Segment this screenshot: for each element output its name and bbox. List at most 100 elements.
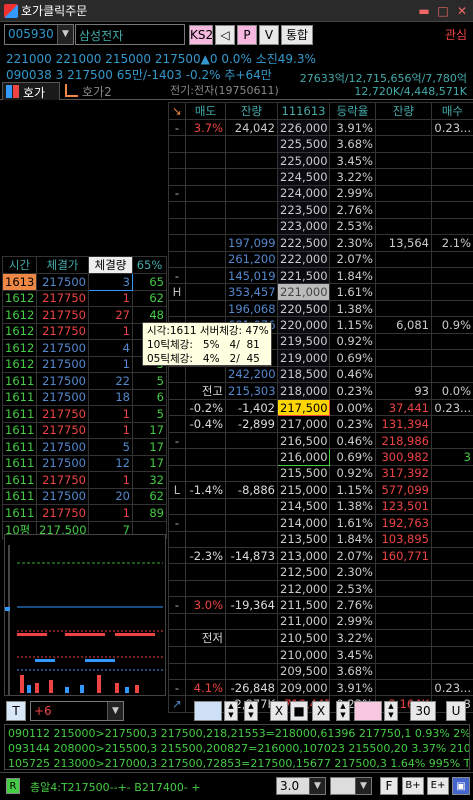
book-row[interactable]: - 214,000 1.61% 192,763	[168, 514, 473, 532]
book-price[interactable]: 226,000	[277, 118, 330, 137]
book-row[interactable]: 225,000 3.45%	[168, 151, 473, 170]
ks2-button[interactable]: KS2	[189, 25, 213, 45]
book-row[interactable]: - 216,500 0.46% 218,986	[168, 431, 473, 450]
book-price[interactable]: 218,500	[277, 365, 330, 384]
buy-price-input[interactable]	[354, 701, 382, 721]
book-row[interactable]: -0.4% -2,899 217,000 0.23% 131,394	[168, 415, 473, 433]
book-row[interactable]: -3.0% -19,364 211,500 2.76%	[168, 596, 473, 614]
book-row[interactable]: 197,099 222,500 2.30% 13,564 2.1%	[168, 234, 473, 252]
book-price[interactable]: 225,500	[277, 135, 330, 153]
book-price[interactable]: 223,500	[277, 201, 330, 219]
book-row[interactable]: -4.1% -26,848 209,000 3.91% 0.23...	[168, 678, 473, 697]
book-price[interactable]: 224,500	[277, 168, 330, 186]
book-price[interactable]: 213,500	[277, 530, 330, 548]
book-price[interactable]: 210,000	[277, 646, 330, 664]
bplus-button[interactable]: B+	[402, 777, 424, 795]
p-button[interactable]: P	[237, 25, 257, 45]
t-button[interactable]: T	[6, 701, 26, 721]
r-button[interactable]: R	[6, 778, 20, 794]
book-price[interactable]: 216,000	[277, 448, 330, 466]
book-row[interactable]: 223,500 2.76%	[168, 201, 473, 219]
book-row[interactable]: 242,200 218,500 0.46%	[168, 365, 473, 384]
book-price[interactable]: 219,500	[277, 332, 330, 351]
book-price[interactable]: 210,500	[277, 629, 330, 648]
book-row[interactable]: -2.3% -14,873 213,000 2.07% 160,771	[168, 546, 473, 565]
watch-label[interactable]: 관심	[445, 26, 467, 43]
book-row[interactable]: 261,200 222,000 2.07%	[168, 250, 473, 268]
qty-spinner[interactable]: ▲ ▼	[336, 701, 350, 721]
book-price[interactable]: 214,000	[277, 514, 330, 532]
book-price[interactable]: 223,000	[277, 217, 330, 236]
v-button[interactable]: V	[259, 25, 279, 45]
minimize-button[interactable]: ▬	[416, 3, 432, 19]
book-row[interactable]: 224,500 3.22%	[168, 168, 473, 186]
chevron-down-icon[interactable]: ▼	[355, 778, 371, 794]
chevron-down-icon[interactable]: ▼	[309, 778, 325, 794]
price-spinner-2[interactable]: ▲ ▼	[244, 701, 258, 721]
save-icon[interactable]: ▣	[452, 777, 470, 795]
book-row[interactable]: 225,500 3.68%	[168, 135, 473, 153]
stock-code-combo[interactable]: 005930 ▼	[4, 24, 74, 45]
book-price[interactable]: 221,500	[277, 266, 330, 285]
close-button[interactable]: ✕	[454, 3, 470, 19]
book-price[interactable]: 217,000	[277, 415, 330, 433]
f-button[interactable]: F	[380, 777, 398, 795]
book-price[interactable]: 215,000	[277, 481, 330, 499]
price-spinner[interactable]: ▲ ▼	[224, 701, 238, 721]
prev-button[interactable]: ◁	[215, 25, 235, 45]
qty-field[interactable]: 30	[410, 701, 436, 721]
book-row[interactable]: 214,500 1.38% 123,501	[168, 497, 473, 516]
book-row[interactable]: 210,000 3.45%	[168, 646, 473, 664]
book-price[interactable]: 217,500	[277, 398, 330, 417]
book-price[interactable]: 209,500	[277, 662, 330, 681]
book-row[interactable]: -0.2% -1,402 217,500 0.00% 37,441 0.23...	[168, 398, 473, 417]
book-price[interactable]: 212,000	[277, 579, 330, 598]
maximize-button[interactable]: □	[435, 3, 451, 19]
book-row[interactable]: H 353,457 221,000 1.61%	[168, 283, 473, 301]
book-price[interactable]: 211,000	[277, 612, 330, 631]
stop-button[interactable]: ■	[290, 701, 308, 721]
book-price[interactable]: 224,000	[277, 184, 330, 203]
book-price[interactable]: 215,500	[277, 464, 330, 483]
offset-combo[interactable]: +6 ▼	[30, 701, 124, 721]
book-price[interactable]: 212,500	[277, 563, 330, 581]
cancel-sell-button[interactable]: X	[270, 701, 288, 721]
book-row[interactable]: 223,000 2.53%	[168, 217, 473, 236]
book-row[interactable]: - 224,000 2.99%	[168, 184, 473, 203]
buy-spinner[interactable]: ▲ ▼	[384, 701, 398, 721]
book-row[interactable]: 216,000 0.69% 300,982 3	[168, 448, 473, 466]
book-row[interactable]: L -1.4% -8,886 215,000 1.15% 577,099	[168, 481, 473, 499]
book-price[interactable]: 220,000	[277, 316, 330, 334]
book-price[interactable]: 221,000	[277, 283, 330, 301]
book-price[interactable]: 222,000	[277, 250, 330, 268]
chevron-down-icon[interactable]: ▼	[57, 25, 73, 44]
chevron-down-icon[interactable]: ▼	[107, 702, 123, 720]
book-row[interactable]: 215,500 0.92% 317,392	[168, 464, 473, 483]
book-row[interactable]: 212,500 2.30%	[168, 563, 473, 581]
tab-hoga[interactable]: 호가	[2, 82, 60, 100]
book-price[interactable]: 220,500	[277, 299, 330, 318]
book-row[interactable]: 전저 210,500 3.22%	[168, 629, 473, 648]
cancel-buy-button[interactable]: X	[312, 701, 330, 721]
book-row[interactable]: 196,068 220,500 1.38%	[168, 299, 473, 318]
eplus-button[interactable]: E+	[427, 777, 449, 795]
book-row[interactable]: - 145,019 221,500 1.84%	[168, 266, 473, 285]
book-row[interactable]: 209,500 3.68%	[168, 662, 473, 681]
book-price[interactable]: 214,500	[277, 497, 330, 516]
book-price[interactable]: 211,500	[277, 596, 330, 614]
book-price[interactable]: 216,500	[277, 431, 330, 450]
book-price[interactable]: 225,000	[277, 151, 330, 170]
combined-button[interactable]: 통합	[281, 25, 313, 45]
book-row[interactable]: 213,500 1.84% 103,895	[168, 530, 473, 548]
book-price[interactable]: 219,000	[277, 349, 330, 367]
rate-combo[interactable]: 3.0 ▼	[276, 777, 326, 795]
u-button[interactable]: U	[446, 701, 466, 721]
book-row[interactable]: 전고 215,303 218,000 0.23% 93 0.0%	[168, 382, 473, 400]
price-input[interactable]	[194, 701, 222, 721]
book-row[interactable]: -3.7% 24,042 226,000 3.91% 0.23...	[168, 118, 473, 137]
book-price[interactable]: 218,000	[277, 382, 330, 400]
book-price[interactable]: 213,000	[277, 546, 330, 565]
book-row[interactable]: 212,000 2.53%	[168, 579, 473, 598]
tab-hoga2[interactable]: 호가2	[62, 82, 122, 100]
book-price[interactable]: 209,000	[277, 678, 330, 697]
